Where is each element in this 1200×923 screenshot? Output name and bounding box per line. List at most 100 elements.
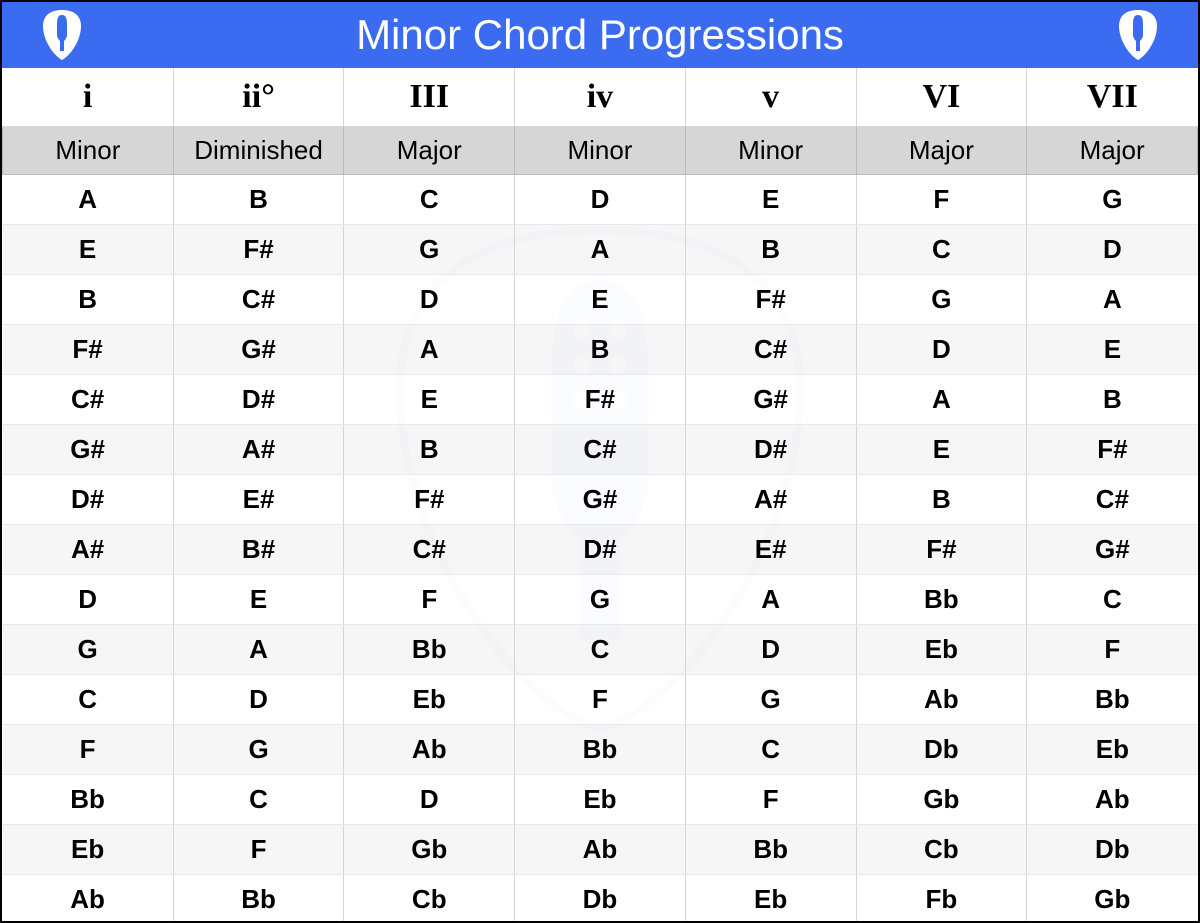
chord-cell: A# — [3, 524, 174, 574]
chord-cell: Eb — [685, 874, 856, 923]
chord-cell: G# — [173, 324, 344, 374]
chord-cell: F# — [685, 274, 856, 324]
chord-cell: G — [344, 224, 515, 274]
chord-cell: G — [515, 574, 686, 624]
chord-cell: Gb — [856, 774, 1027, 824]
chord-cell: F — [173, 824, 344, 874]
chord-cell: G# — [685, 374, 856, 424]
chord-cell: D — [856, 324, 1027, 374]
chord-cell: D# — [515, 524, 686, 574]
chord-cell: A — [344, 324, 515, 374]
chord-cell: Bb — [3, 774, 174, 824]
chord-cell: C — [3, 674, 174, 724]
table-row: EbFGbAbBbCbDb — [3, 824, 1198, 874]
chord-cell: C# — [515, 424, 686, 474]
chord-cell: B# — [173, 524, 344, 574]
chord-cell: Gb — [344, 824, 515, 874]
chord-cell: Db — [856, 724, 1027, 774]
table-row: CDEbFGAbBb — [3, 674, 1198, 724]
chord-cell: G# — [515, 474, 686, 524]
quality-header: Major — [856, 126, 1027, 174]
table-row: GABbCDEbF — [3, 624, 1198, 674]
chord-cell: D — [685, 624, 856, 674]
title-bar: Minor Chord Progressions — [2, 2, 1198, 68]
chord-cell: Bb — [344, 624, 515, 674]
chord-cell: A# — [173, 424, 344, 474]
table-row: F#G#ABC#DE — [3, 324, 1198, 374]
table-row: D#E#F#G#A#BC# — [3, 474, 1198, 524]
chord-cell: B — [344, 424, 515, 474]
quality-header: Minor — [3, 126, 174, 174]
chord-cell: G — [1027, 174, 1198, 224]
chord-cell: Eb — [344, 674, 515, 724]
chord-cell: C — [1027, 574, 1198, 624]
chord-cell: C — [344, 174, 515, 224]
chord-cell: D# — [3, 474, 174, 524]
chord-cell: D — [3, 574, 174, 624]
chord-cell: C — [856, 224, 1027, 274]
chord-cell: F — [856, 174, 1027, 224]
chord-cell: G — [173, 724, 344, 774]
chord-cell: Eb — [515, 774, 686, 824]
table-row: ABCDEFG — [3, 174, 1198, 224]
chord-cell: G — [3, 624, 174, 674]
table-row: EF#GABCD — [3, 224, 1198, 274]
chord-cell: Ab — [344, 724, 515, 774]
chord-cell: F# — [515, 374, 686, 424]
chord-cell: Eb — [856, 624, 1027, 674]
chord-cell: C# — [344, 524, 515, 574]
degree-header: iv — [515, 68, 686, 126]
chord-cell: D — [344, 774, 515, 824]
chord-cell: C# — [1027, 474, 1198, 524]
chord-chart: Minor Chord Progressions i ii° III iv v … — [0, 0, 1200, 923]
chord-cell: Ab — [3, 874, 174, 923]
chord-cell: Ab — [515, 824, 686, 874]
chord-cell: Db — [515, 874, 686, 923]
chord-cell: E — [173, 574, 344, 624]
chord-cell: F# — [1027, 424, 1198, 474]
table-row: G#A#BC#D#EF# — [3, 424, 1198, 474]
chord-cell: B — [685, 224, 856, 274]
quality-header: Major — [1027, 126, 1198, 174]
chord-cell: Bb — [173, 874, 344, 923]
chord-cell: Gb — [1027, 874, 1198, 923]
guitar-pick-icon — [42, 9, 82, 61]
chord-cell: F — [515, 674, 686, 724]
chord-cell: B — [515, 324, 686, 374]
chord-cell: Ab — [856, 674, 1027, 724]
degree-header: i — [3, 68, 174, 126]
chord-cell: Eb — [3, 824, 174, 874]
chord-cell: G# — [1027, 524, 1198, 574]
chord-cell: F — [1027, 624, 1198, 674]
chord-cell: C — [515, 624, 686, 674]
chord-cell: C# — [173, 274, 344, 324]
chord-cell: F — [344, 574, 515, 624]
chord-cell: C — [685, 724, 856, 774]
chord-cell: A# — [685, 474, 856, 524]
table-row: A#B#C#D#E#F#G# — [3, 524, 1198, 574]
chord-cell: F# — [173, 224, 344, 274]
chord-cell: D — [344, 274, 515, 324]
chord-cell: Db — [1027, 824, 1198, 874]
chord-cell: E — [344, 374, 515, 424]
page-title: Minor Chord Progressions — [356, 11, 844, 59]
chord-cell: A — [1027, 274, 1198, 324]
chord-cell: G# — [3, 424, 174, 474]
chord-cell: G — [856, 274, 1027, 324]
chord-cell: F — [3, 724, 174, 774]
chord-cell: A — [515, 224, 686, 274]
chord-cell: B — [3, 274, 174, 324]
chord-cell: Bb — [856, 574, 1027, 624]
chord-cell: Bb — [1027, 674, 1198, 724]
degree-header: ii° — [173, 68, 344, 126]
chord-cell: F# — [344, 474, 515, 524]
chord-cell: F — [685, 774, 856, 824]
chord-cell: F# — [3, 324, 174, 374]
chord-cell: Eb — [1027, 724, 1198, 774]
chord-cell: E — [3, 224, 174, 274]
chord-cell: E — [1027, 324, 1198, 374]
table-row: BC#DEF#GA — [3, 274, 1198, 324]
chord-cell: D — [1027, 224, 1198, 274]
chord-cell: G — [685, 674, 856, 724]
chord-cell: A — [856, 374, 1027, 424]
